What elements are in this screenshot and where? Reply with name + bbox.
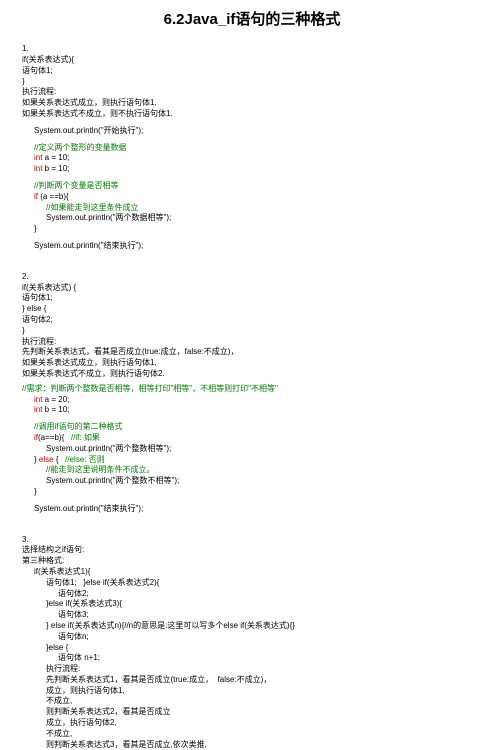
text: 成立，执行语句体2, <box>22 718 482 729</box>
text: if(关系表达式) { <box>22 283 482 294</box>
code: } <box>22 224 482 235</box>
text: if(关系表达式){ <box>22 55 482 66</box>
code: System.out.println("结束执行"); <box>22 241 482 252</box>
text: 语句体3; <box>22 610 482 621</box>
text: 执行流程: <box>22 337 482 348</box>
text: { <box>54 455 66 464</box>
code: System.out.println("两个数据相等"); <box>22 213 482 224</box>
text: 则判断关系表达式3，看其是否成立,依次类推, <box>22 740 482 750</box>
code-comment: //如果能走到这里条件成立 <box>22 203 482 214</box>
code: if (a ==b){ <box>22 192 482 203</box>
code: if(a==b){ //if: 如果 <box>22 433 482 444</box>
text: 如果关系表达式成立，则执行语句体1, <box>22 358 482 369</box>
text: 语句体2; <box>22 589 482 600</box>
text: 1. <box>22 44 482 55</box>
text: } <box>22 326 482 337</box>
code-comment: //能走到这里说明条件不成立。 <box>22 465 482 476</box>
text: 先判断关系表达式1，看其是否成立(true:成立， false:不成立)， <box>22 675 482 686</box>
text: 2. <box>22 272 482 283</box>
text: 如果关系表达式不成立，则执行语句体2. <box>22 369 482 380</box>
code: int a = 20; <box>22 395 482 406</box>
text: 不成立, <box>22 729 482 740</box>
text: 3. <box>22 535 482 546</box>
text: 执行流程: <box>22 87 482 98</box>
text: 先判断关系表达式，看其是否成立(true:成立，false:不成立)， <box>22 347 482 358</box>
code: int b = 10; <box>22 164 482 175</box>
section-1: 1. if(关系表达式){ 语句体1; } 执行流程: 如果关系表达式成立，则执… <box>22 44 482 252</box>
code: System.out.println("结束执行"); <box>22 504 482 515</box>
text: 如果关系表达式成立，则执行语句体1, <box>22 98 482 109</box>
text: (a==b){ <box>38 433 71 442</box>
code: System.out.println("两个整数不相等"); <box>22 476 482 487</box>
code: } <box>22 487 482 498</box>
code-comment: //判断两个变量是否相等 <box>22 181 482 192</box>
text: a = 10; <box>42 153 69 162</box>
code-comment: //需求：判断两个整数是否相等，相等打印"相等"，不相等则打印"不相等" <box>22 384 482 395</box>
code-comment: //if: 如果 <box>71 433 100 442</box>
text: (a ==b){ <box>38 192 69 201</box>
text: 语句体n; <box>22 632 482 643</box>
section-2: 2. if(关系表达式) { 语句体1; } else { 语句体2; } 执行… <box>22 272 482 515</box>
code-comment: //调用if语句的第二种格式 <box>22 422 482 433</box>
text: 语句体1; <box>22 293 482 304</box>
keyword: else <box>39 455 54 464</box>
text: b = 10; <box>42 405 69 414</box>
section-3: 3. 选择结构之if语句: 第三种格式: if(关系表达式1){ 语句体1; }… <box>22 535 482 750</box>
text: 语句体1; <box>22 66 482 77</box>
text: 不成立, <box>22 696 482 707</box>
text: }else { <box>22 643 482 654</box>
text: b = 10; <box>42 164 69 173</box>
code: int a = 10; <box>22 153 482 164</box>
text: 语句体1; }else if(关系表达式2){ <box>22 578 482 589</box>
text: a = 20; <box>42 395 69 404</box>
code-comment: //定义两个整形的变量数据 <box>22 143 482 154</box>
text: 选择结构之if语句: <box>22 545 482 556</box>
code: } else { //else: 否则 <box>22 455 482 466</box>
text: } else if(关系表达式n){//n的意思是:这里可以写多个else if… <box>22 621 482 632</box>
code: System.out.println("两个整数相等"); <box>22 444 482 455</box>
text: if(关系表达式1){ <box>22 567 482 578</box>
code: int b = 10; <box>22 405 482 416</box>
text: 语句体2; <box>22 315 482 326</box>
text: 成立，则执行语句体1, <box>22 686 482 697</box>
text: 语句体 n+1; <box>22 653 482 664</box>
code-comment: //else: 否则 <box>65 455 105 464</box>
text: 第三种格式: <box>22 556 482 567</box>
code: System.out.println("开始执行"); <box>22 126 482 137</box>
page-title: 6.2Java_if语句的三种格式 <box>22 10 482 30</box>
text: } else { <box>22 304 482 315</box>
text: 如果关系表达式不成立，则不执行语句体1. <box>22 109 482 120</box>
text: } <box>22 77 482 88</box>
text: }else if(关系表达式3){ <box>22 599 482 610</box>
text: 执行流程: <box>22 664 482 675</box>
